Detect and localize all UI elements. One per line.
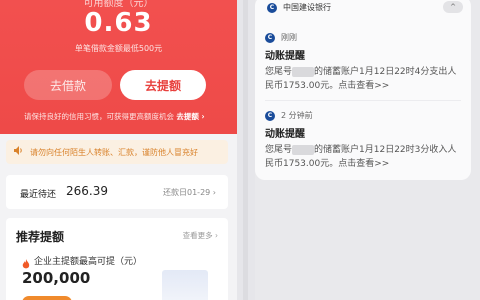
min-loan-note: 单笔借款金额最低500元 — [74, 44, 163, 53]
bank-name: 中国建设银行 — [283, 3, 331, 12]
repayment-label: 最近待还 — [20, 190, 57, 200]
notification-separator — [265, 100, 461, 101]
fraud-notice-text: 请勿向任何陌生人转账、汇款，谨防他人冒充好 — [30, 147, 198, 157]
split-divider[interactable] — [237, 0, 255, 300]
collapse-chevron-icon[interactable]: ^ — [443, 1, 463, 13]
notification-body: 您尾号 的储蓄账户1月12日22时3分收入人民币1753.00元。点击查看>> — [265, 143, 465, 171]
flame-icon — [22, 254, 30, 269]
ccb-logo-icon: C — [267, 2, 277, 13]
notification-panel: C 中国建设银行 ^ C 刚刚 动账提醒 您尾号 的储蓄账户1月12日22时4分支… — [255, 0, 480, 300]
recommend-card: 推荐提额 查看更多 › 企业主提额最高可提（元） 200,000 — [6, 218, 228, 300]
notification-time: 2 分钟前 — [281, 111, 313, 120]
notification-meta: C 刚刚 — [265, 32, 465, 43]
notification-title: 动账提醒 — [265, 51, 305, 62]
enterprise-limit-label: 企业主提额最高可提（元） — [34, 257, 143, 267]
borrow-button[interactable]: 去借款 — [24, 70, 112, 100]
notification-title: 动账提醒 — [265, 129, 305, 140]
recommend-title: 推荐提额 — [16, 230, 65, 244]
notification-item[interactable]: C 刚刚 动账提醒 您尾号 的储蓄账户1月12日22时4分支出人民币1753.00… — [265, 32, 465, 93]
speaker-icon — [14, 146, 24, 158]
see-more-link[interactable]: 查看更多 › — [183, 230, 218, 241]
repayment-due-date[interactable]: 还款日01-29 › — [163, 187, 216, 198]
enterprise-limit-amount: 200,000 — [22, 269, 91, 287]
fraud-notice-banner[interactable]: 请勿向任何陌生人转账、汇款，谨防他人冒充好 — [6, 140, 228, 164]
bank-notification-group[interactable]: C 中国建设银行 ^ C 刚刚 动账提醒 您尾号 的储蓄账户1月12日22时4分支… — [255, 0, 471, 180]
repayment-card[interactable]: 最近待还 266.39 还款日01-29 › — [6, 175, 228, 209]
notification-header: C 中国建设银行 — [267, 2, 331, 13]
credit-tip-text: 请保持良好的信用习惯，可获得更高额度机会 — [24, 112, 174, 121]
notification-meta: C 2 分钟前 — [265, 110, 465, 121]
notification-body-prefix: 您尾号 — [265, 67, 293, 77]
credit-tip: 请保持良好的信用习惯，可获得更高额度机会 去提额 › — [24, 111, 205, 122]
divider-handle[interactable] — [243, 0, 248, 300]
available-credit-amount: 0.63 — [84, 8, 153, 38]
apply-button[interactable] — [22, 296, 72, 300]
ccb-logo-icon: C — [265, 110, 275, 121]
notification-body-prefix: 您尾号 — [265, 145, 293, 155]
credit-hero-card: 可用额度（元） 0.63 单笔借款金额最低500元 去借款 去提额 请保持良好的… — [0, 0, 237, 134]
masked-account-number — [292, 144, 315, 155]
masked-account-number — [292, 66, 315, 77]
ccb-logo-icon: C — [265, 32, 275, 43]
building-illustration — [162, 270, 208, 300]
loan-app-panel: 可用额度（元） 0.63 单笔借款金额最低500元 去借款 去提额 请保持良好的… — [0, 0, 237, 300]
raise-limit-button[interactable]: 去提额 — [120, 70, 206, 100]
notification-item[interactable]: C 2 分钟前 动账提醒 您尾号 的储蓄账户1月12日22时3分收入人民币1753… — [265, 110, 465, 171]
notification-body: 您尾号 的储蓄账户1月12日22时4分支出人民币1753.00元。点击查看>> — [265, 65, 465, 93]
notification-time: 刚刚 — [281, 33, 297, 42]
repayment-amount: 266.39 — [66, 184, 108, 198]
raise-limit-link[interactable]: 去提额 › — [176, 112, 204, 121]
